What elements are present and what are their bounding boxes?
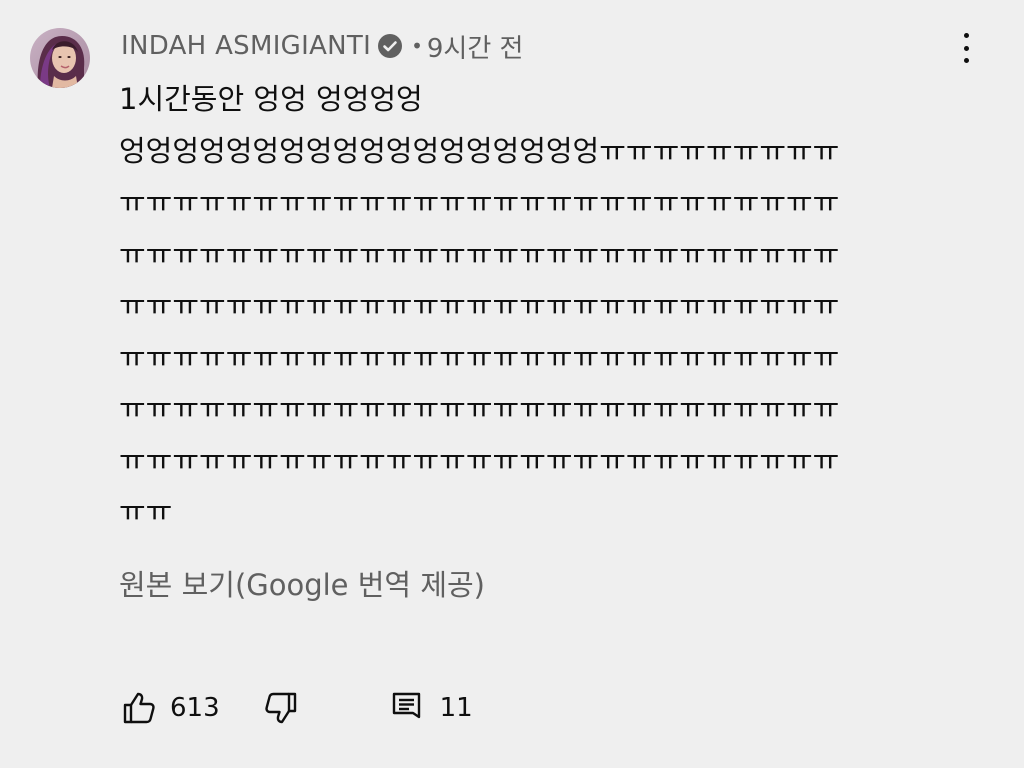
thumbs-up-icon [120, 689, 158, 727]
comment-header: INDAH ASMIGIANTI • 9시간 전 [121, 28, 523, 64]
more-vert-icon[interactable] [956, 30, 976, 66]
comment-text-line: 엉엉엉엉엉엉엉엉엉엉엉엉엉엉엉엉엉엉ㅠㅠㅠㅠㅠㅠㅠㅠㅠ [119, 133, 840, 168]
see-original-link[interactable]: 원본 보기(Google 번역 제공) [119, 562, 485, 604]
comment-text-line: ㅠㅠㅠㅠㅠㅠㅠㅠㅠㅠㅠㅠㅠㅠㅠㅠㅠㅠㅠㅠㅠㅠㅠㅠㅠㅠㅠ [119, 288, 840, 322]
comment-icon [388, 689, 426, 727]
comment-text-line: ㅠㅠㅠㅠㅠㅠㅠㅠㅠㅠㅠㅠㅠㅠㅠㅠㅠㅠㅠㅠㅠㅠㅠㅠㅠㅠㅠ [119, 185, 840, 219]
comment-text-line: ㅠㅠㅠㅠㅠㅠㅠㅠㅠㅠㅠㅠㅠㅠㅠㅠㅠㅠㅠㅠㅠㅠㅠㅠㅠㅠㅠ [119, 391, 840, 425]
reply-button[interactable]: 11 [388, 689, 473, 727]
like-button[interactable]: 613 [120, 689, 220, 727]
comment-text-line: ㅠㅠㅠㅠㅠㅠㅠㅠㅠㅠㅠㅠㅠㅠㅠㅠㅠㅠㅠㅠㅠㅠㅠㅠㅠㅠㅠ [119, 236, 840, 271]
comment-text-line: 1시간동안 엉엉 엉엉엉엉 [119, 82, 423, 116]
author-name[interactable]: INDAH ASMIGIANTI [121, 31, 371, 61]
comment-text-line: ㅠㅠㅠㅠㅠㅠㅠㅠㅠㅠㅠㅠㅠㅠㅠㅠㅠㅠㅠㅠㅠㅠㅠㅠㅠㅠㅠ [119, 339, 840, 374]
comment-text: 1시간동안 엉엉 엉엉엉엉 엉엉엉엉엉엉엉엉엉엉엉엉엉엉엉엉엉엉ㅠㅠㅠㅠㅠㅠㅠㅠ… [119, 74, 979, 538]
avatar-image [30, 28, 90, 88]
like-count: 613 [170, 693, 220, 723]
comment-text-line: ㅠㅠ [119, 494, 173, 528]
comment-timestamp[interactable]: 9시간 전 [427, 28, 524, 65]
avatar[interactable] [30, 28, 90, 88]
comment-text-line: ㅠㅠㅠㅠㅠㅠㅠㅠㅠㅠㅠㅠㅠㅠㅠㅠㅠㅠㅠㅠㅠㅠㅠㅠㅠㅠㅠ [119, 442, 840, 477]
comment-action-bar: 613 11 [120, 686, 473, 730]
header-separator: • [411, 34, 423, 58]
comment-card: INDAH ASMIGIANTI • 9시간 전 1시간동안 엉엉 엉엉엉엉 엉… [0, 0, 1024, 768]
dislike-button[interactable] [262, 689, 300, 727]
reply-count: 11 [439, 693, 473, 723]
thumbs-down-icon [262, 689, 300, 727]
verified-check-icon [377, 33, 403, 59]
